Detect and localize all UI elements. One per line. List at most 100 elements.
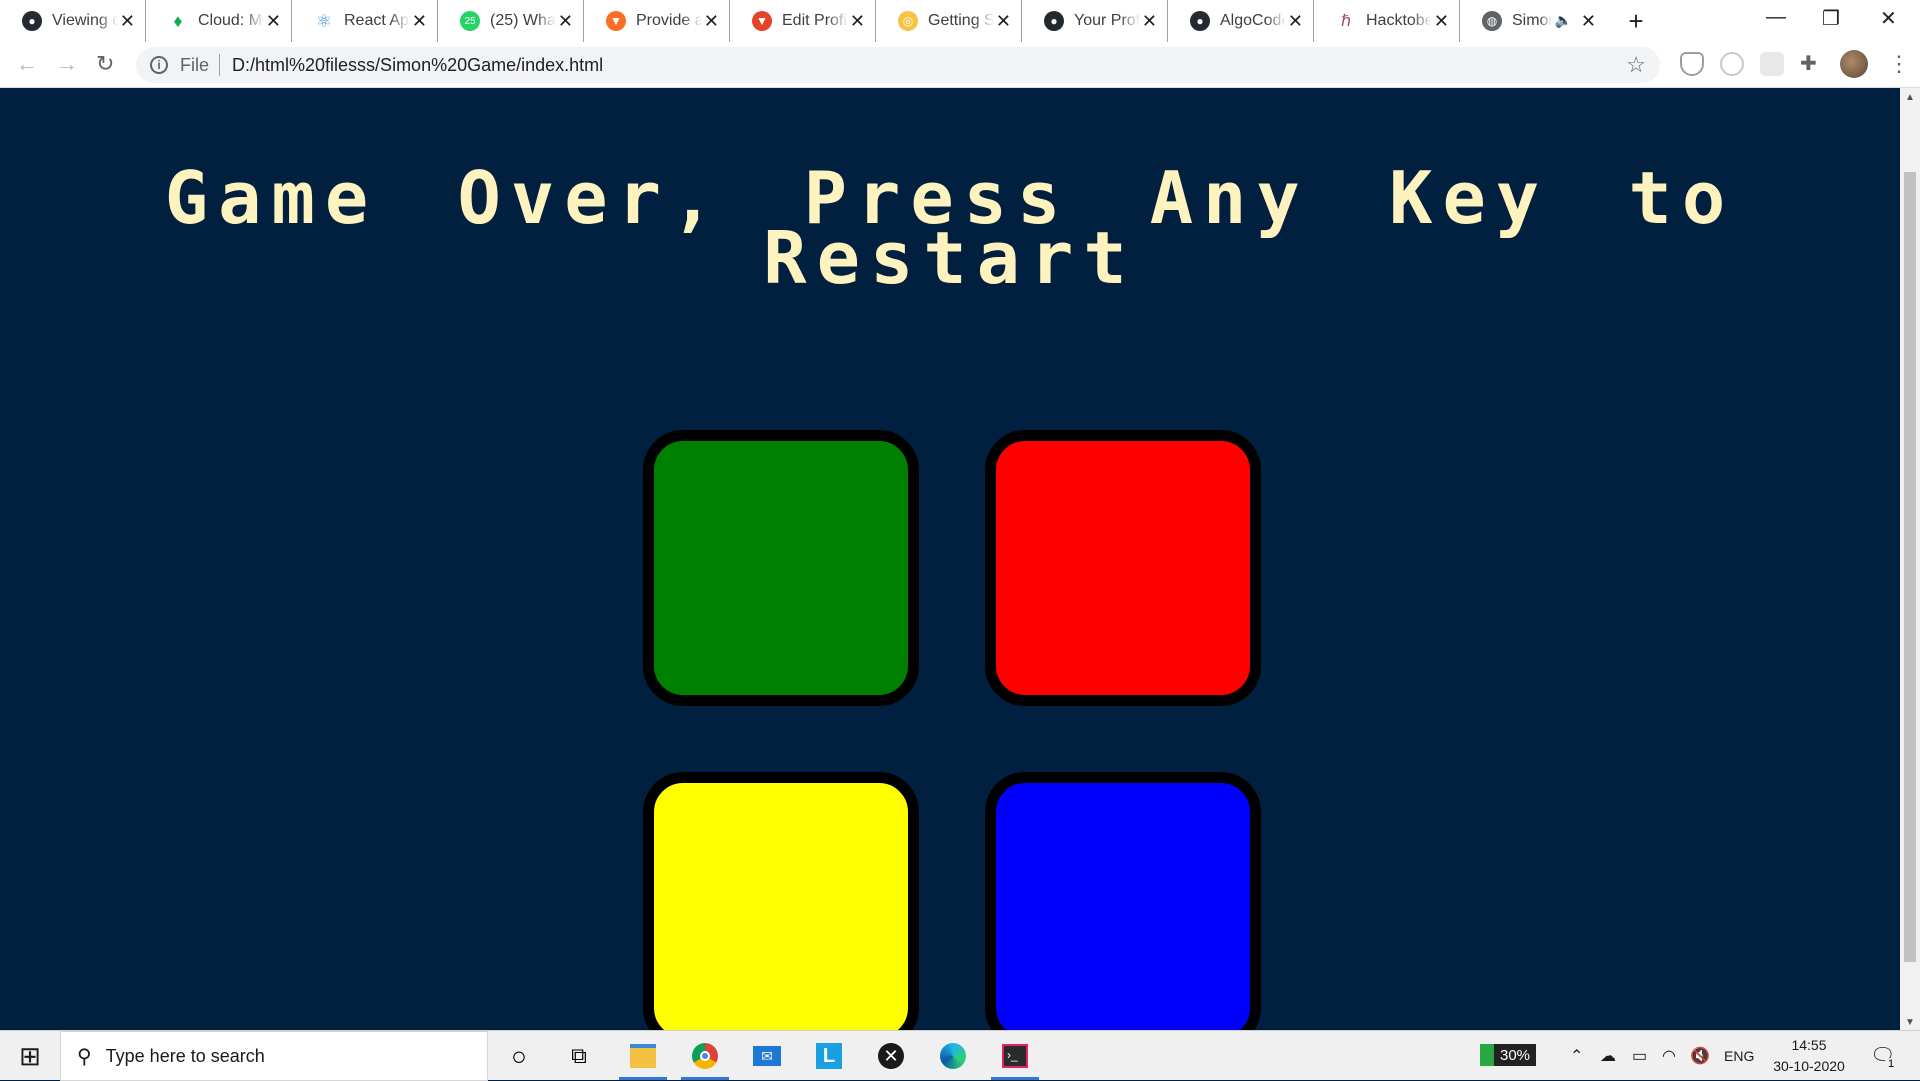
taskbar: ⊞ ⚲ Type here to search ○ ⧉ ✉ L ✕ ›_ 30%…: [0, 1030, 1920, 1081]
edge-icon[interactable]: [937, 1040, 969, 1072]
shield-extension-icon[interactable]: [1680, 52, 1704, 76]
globe-icon: ◍: [1482, 11, 1502, 31]
menu-icon[interactable]: ⋮: [1888, 51, 1910, 77]
whatsapp-icon: 25: [460, 11, 480, 31]
file-explorer-icon[interactable]: [627, 1040, 659, 1072]
game-page: Game Over, Press Any Key to Restart: [0, 88, 1900, 1030]
tab[interactable]: ● Viewing c ✕: [0, 0, 146, 42]
close-tab-icon[interactable]: ✕: [704, 11, 719, 32]
scrollbar[interactable]: ▲ ▼: [1900, 88, 1920, 1030]
tab[interactable]: ⚛ React App ✕: [292, 0, 438, 42]
mongodb-leaf-icon: ♦: [168, 11, 188, 31]
info-icon[interactable]: i: [150, 56, 168, 74]
wifi-icon[interactable]: ◠: [1662, 1046, 1676, 1066]
scrollbar-thumb[interactable]: [1904, 172, 1916, 962]
tab[interactable]: ● AlgoCode ✕: [1168, 0, 1314, 42]
tab[interactable]: 25 (25) What ✕: [438, 0, 584, 42]
tab[interactable]: ▼ Edit Profile ✕: [730, 0, 876, 42]
tab[interactable]: ♦ Cloud: Mo ✕: [146, 0, 292, 42]
cortana-icon[interactable]: ○: [503, 1040, 535, 1072]
tab[interactable]: ● Your Profi ✕: [1022, 0, 1168, 42]
tab[interactable]: ◎ Getting St ✕: [876, 0, 1022, 42]
search-placeholder: Type here to search: [105, 1045, 265, 1066]
back-icon[interactable]: ←: [16, 51, 38, 77]
tab-title: Hacktober: [1366, 12, 1432, 29]
level-title: Game Over, Press Any Key to Restart: [164, 156, 1736, 300]
address-bar[interactable]: i File D:/html%20filesss/Simon%20Game/in…: [136, 47, 1660, 83]
xbox-icon[interactable]: ✕: [875, 1040, 907, 1072]
github-icon: ●: [22, 11, 42, 31]
yellow-button[interactable]: [643, 772, 919, 1030]
close-tab-icon[interactable]: ✕: [1288, 11, 1303, 32]
close-tab-icon[interactable]: ✕: [1581, 11, 1596, 32]
bookmark-star-icon[interactable]: ☆: [1626, 52, 1646, 78]
tab-title: Getting St: [928, 12, 994, 29]
close-tab-icon[interactable]: ✕: [412, 11, 427, 32]
gitlab-icon: ▼: [752, 11, 772, 31]
scroll-up-icon[interactable]: ▲: [1905, 92, 1915, 103]
chevron-up-icon[interactable]: ⌃: [1570, 1046, 1583, 1066]
close-window-icon[interactable]: ✕: [1880, 6, 1897, 31]
app-l-icon[interactable]: L: [813, 1040, 845, 1072]
battery-percent: 30%: [1499, 1046, 1531, 1064]
language-indicator[interactable]: ENG: [1724, 1048, 1754, 1064]
tab[interactable]: ▼ Provide ar ✕: [584, 0, 730, 42]
clock[interactable]: 14:55 30-10-2020: [1764, 1035, 1854, 1077]
github-icon: ●: [1044, 11, 1064, 31]
extension-icon[interactable]: [1720, 52, 1744, 76]
url-text[interactable]: D:/html%20filesss/Simon%20Game/index.htm…: [232, 55, 603, 76]
avatar[interactable]: [1840, 50, 1868, 78]
new-tab-icon[interactable]: +: [1616, 6, 1656, 37]
restore-icon[interactable]: ❐: [1822, 6, 1840, 31]
chrome-icon[interactable]: [689, 1040, 721, 1072]
terminal-icon[interactable]: ›_: [999, 1040, 1031, 1072]
green-button[interactable]: [643, 430, 919, 706]
github-icon: ●: [1190, 11, 1210, 31]
mail-icon[interactable]: ✉: [751, 1040, 783, 1072]
close-tab-icon[interactable]: ✕: [850, 11, 865, 32]
close-tab-icon[interactable]: ✕: [1434, 11, 1449, 32]
tab-title: AlgoCode: [1220, 12, 1286, 29]
blue-button[interactable]: [985, 772, 1261, 1030]
close-tab-icon[interactable]: ✕: [558, 11, 573, 32]
red-button[interactable]: [985, 430, 1261, 706]
tab-title: (25) What: [490, 12, 556, 29]
tab-title: Edit Profile: [782, 12, 848, 29]
tab-title: Viewing c: [52, 12, 118, 29]
close-tab-icon[interactable]: ✕: [120, 11, 135, 32]
tab-title: Cloud: Mo: [198, 12, 264, 29]
tab[interactable]: ℏ Hacktober ✕: [1314, 0, 1460, 42]
close-tab-icon[interactable]: ✕: [1142, 11, 1157, 32]
search-icon: ⚲: [77, 1045, 92, 1068]
close-tab-icon[interactable]: ✕: [266, 11, 281, 32]
speaker-icon[interactable]: 🔈: [1555, 12, 1572, 29]
onedrive-cloud-icon[interactable]: ☁: [1600, 1046, 1616, 1066]
browser-toolbar: ← → ↻ i File D:/html%20filesss/Simon%20G…: [0, 42, 1920, 88]
tab-active[interactable]: ◍ Simon 🔈 ✕: [1460, 0, 1606, 42]
task-view-icon[interactable]: ⧉: [563, 1040, 595, 1072]
tab-strip: ● Viewing c ✕ ♦ Cloud: Mo ✕ ⚛ React App …: [0, 0, 1920, 42]
scheme-label: File: [180, 54, 210, 75]
minimize-icon[interactable]: —: [1766, 6, 1786, 29]
volume-muted-icon[interactable]: 🔇: [1690, 1046, 1710, 1066]
reload-icon[interactable]: ↻: [96, 51, 114, 77]
scroll-down-icon[interactable]: ▼: [1905, 1017, 1915, 1028]
coin-icon: ◎: [898, 11, 918, 31]
extension-icon[interactable]: [1760, 52, 1784, 76]
hacktoberfest-icon: ℏ: [1336, 11, 1356, 31]
windows-start-icon[interactable]: ⊞: [14, 1040, 46, 1072]
tab-title: Your Profi: [1074, 12, 1140, 29]
clock-date: 30-10-2020: [1773, 1058, 1845, 1074]
close-tab-icon[interactable]: ✕: [996, 11, 1011, 32]
battery-icon[interactable]: ▭: [1632, 1046, 1647, 1066]
tab-title: Simon: [1512, 12, 1552, 29]
taskbar-search[interactable]: ⚲ Type here to search: [60, 1031, 488, 1081]
forward-icon[interactable]: →: [56, 51, 78, 77]
battery-indicator[interactable]: 30%: [1480, 1044, 1536, 1066]
react-icon: ⚛: [314, 10, 334, 31]
notification-count: 1: [1884, 1058, 1898, 1070]
tab-title: React App: [344, 12, 410, 29]
gitlab-icon: ▼: [606, 11, 626, 31]
tab-title: Provide ar: [636, 12, 702, 29]
puzzle-extensions-icon[interactable]: ✚: [1800, 51, 1824, 75]
